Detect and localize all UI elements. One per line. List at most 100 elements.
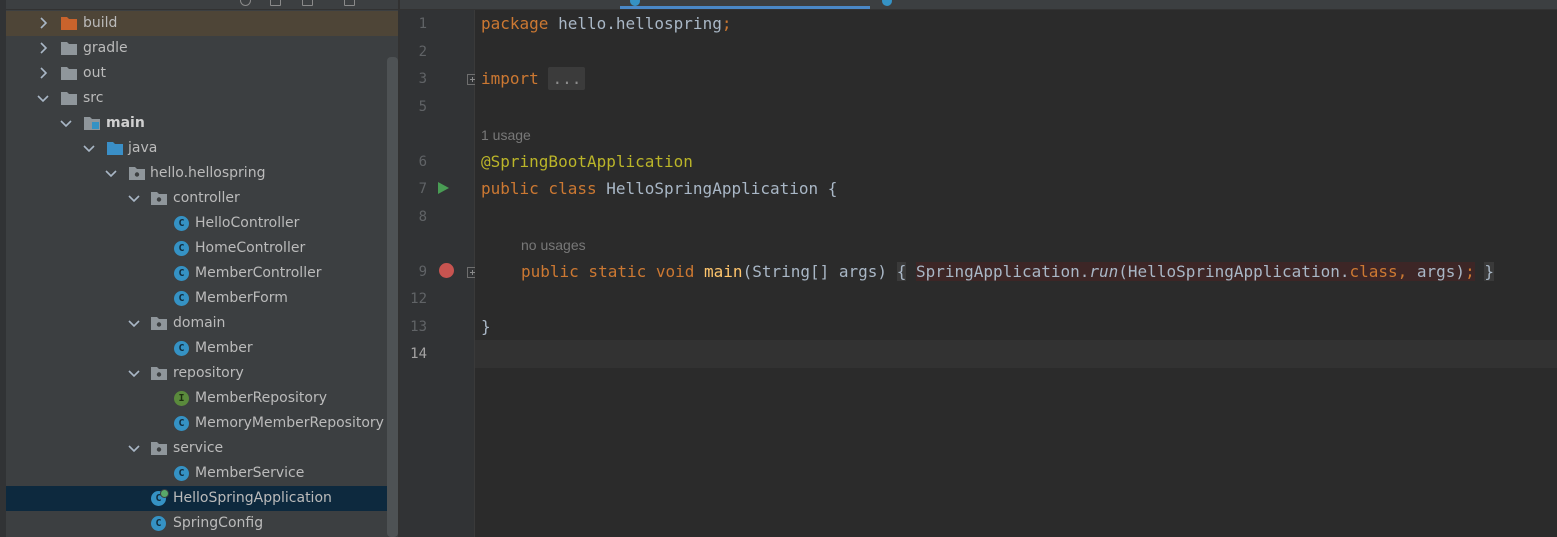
class-declaration: HelloSpringApplication {	[596, 179, 838, 198]
chevron-down-icon[interactable]	[127, 316, 141, 330]
line-number: 5	[418, 99, 427, 115]
tree-item-label: MemberService	[195, 465, 305, 481]
line-number: 13	[410, 319, 427, 335]
line-number: 12	[410, 291, 427, 307]
parameters: (String[] args)	[742, 262, 888, 281]
tree-item-springconfig[interactable]: C SpringConfig	[6, 511, 399, 536]
run-gutter-icon[interactable]	[438, 182, 449, 194]
tree-item-label: src	[83, 90, 104, 106]
semicolon: ;	[721, 14, 732, 33]
chevron-right-icon[interactable]	[36, 66, 50, 80]
chevron-right-icon[interactable]	[36, 41, 50, 55]
usage-hint[interactable]: no usages	[521, 236, 586, 254]
tree-item-repository[interactable]: repository	[6, 361, 399, 386]
tree-item-label: MemberForm	[195, 290, 288, 306]
tree-item-member[interactable]: C Member	[6, 336, 399, 361]
tree-item-service[interactable]: service	[6, 436, 399, 461]
keyword: import	[481, 69, 539, 88]
tree-item-memberform[interactable]: C MemberForm	[6, 286, 399, 311]
tree-item-label: repository	[173, 365, 244, 381]
folded-imports[interactable]: ...	[548, 67, 586, 90]
folded-brace-close[interactable]: }	[1484, 262, 1494, 281]
chevron-down-icon[interactable]	[127, 366, 141, 380]
editor-tab-active[interactable]	[620, 0, 870, 9]
static-call: run	[1089, 262, 1119, 281]
tree-item-label: HomeController	[195, 240, 306, 256]
tree-item-label: out	[83, 65, 106, 81]
class-file-icon	[630, 0, 640, 6]
code-line-13: }	[481, 317, 491, 337]
tree-item-label: service	[173, 440, 224, 456]
expand-all-icon[interactable]	[302, 0, 313, 6]
tree-item-memberservice[interactable]: C MemberService	[6, 461, 399, 486]
code-line-7: public class HelloSpringApplication {	[481, 179, 837, 199]
package-icon	[129, 167, 145, 180]
call-target: SpringApplication.	[915, 262, 1090, 281]
class-icon: C	[174, 416, 189, 431]
tree-item-src[interactable]: src	[6, 86, 399, 111]
chevron-down-icon[interactable]	[59, 116, 73, 130]
tree-item-java[interactable]: java	[6, 136, 399, 161]
semicolon: ;	[1465, 262, 1475, 281]
caret-row-highlight	[475, 340, 1557, 368]
locate-icon[interactable]	[240, 0, 251, 6]
options-icon[interactable]	[344, 0, 355, 6]
tree-item-label: main	[106, 115, 145, 131]
tree-item-label: java	[128, 140, 158, 156]
tree-item-label: HelloController	[195, 215, 300, 231]
chevron-right-icon[interactable]	[36, 16, 50, 30]
tree-item-main[interactable]: main	[6, 111, 399, 136]
editor-tab-strip	[400, 0, 1557, 10]
chevron-down-icon[interactable]	[82, 141, 96, 155]
class-icon: C	[174, 266, 189, 281]
chevron-down-icon[interactable]	[36, 91, 50, 105]
editor-tab[interactable]	[878, 0, 1038, 9]
interface-icon: I	[174, 391, 189, 406]
tree-item-domain[interactable]: domain	[6, 311, 399, 336]
collapse-all-icon[interactable]	[270, 0, 281, 6]
keyword: class,	[1349, 262, 1408, 281]
tree-item-label: HelloSpringApplication	[173, 490, 332, 506]
project-scrollbar[interactable]	[387, 57, 398, 537]
folded-body: SpringApplication.run(HelloSpringApplica…	[915, 262, 1475, 281]
line-number: 6	[418, 154, 427, 170]
tree-item-homecontroller[interactable]: C HomeController	[6, 236, 399, 261]
tree-item-hello-hellospring[interactable]: hello.hellospring	[6, 161, 399, 186]
run-badge-icon	[160, 489, 169, 498]
project-toolbar	[0, 0, 400, 10]
package-icon	[151, 442, 167, 455]
tree-item-label: MemoryMemberRepository	[195, 415, 384, 431]
code-line-3: import ...	[481, 67, 586, 90]
excluded-folder-icon	[61, 17, 77, 30]
tree-item-membercontroller[interactable]: C MemberController	[6, 261, 399, 286]
tree-item-build[interactable]: build	[6, 11, 399, 36]
line-number: 2	[418, 44, 427, 60]
line-number: 1	[418, 16, 427, 32]
tree-item-label: SpringConfig	[173, 515, 264, 531]
tree-item-label: Member	[195, 340, 253, 356]
breakpoint-icon[interactable]	[439, 263, 454, 278]
chevron-down-icon[interactable]	[127, 191, 141, 205]
code-line-1: package hello.hellospring;	[481, 14, 731, 34]
chevron-down-icon[interactable]	[127, 441, 141, 455]
chevron-down-icon[interactable]	[104, 166, 118, 180]
package-icon	[151, 367, 167, 380]
tree-item-gradle[interactable]: gradle	[6, 36, 399, 61]
tree-item-controller[interactable]: controller	[6, 186, 399, 211]
line-number: 7	[418, 181, 427, 197]
usage-hint[interactable]: 1 usage	[481, 126, 531, 144]
tree-item-memberrepository[interactable]: I MemberRepository	[6, 386, 399, 411]
tree-item-hellospringapplication[interactable]: C HelloSpringApplication	[6, 486, 399, 511]
folded-brace-open[interactable]: {	[896, 262, 907, 281]
tree-item-hellocontroller[interactable]: C HelloController	[6, 211, 399, 236]
tree-item-label: controller	[173, 190, 240, 206]
class-icon: C	[174, 216, 189, 231]
line-number: 8	[418, 209, 427, 225]
tree-item-label: hello.hellospring	[150, 165, 266, 181]
tree-item-memorymemberrepository[interactable]: C MemoryMemberRepository	[6, 411, 399, 436]
call-args: (HelloSpringApplication.	[1118, 262, 1350, 281]
project-tool-window: build gradle out src main java hello.hel…	[0, 0, 400, 537]
editor-tab[interactable]	[410, 0, 610, 9]
tree-item-out[interactable]: out	[6, 61, 399, 86]
package-icon	[151, 317, 167, 330]
